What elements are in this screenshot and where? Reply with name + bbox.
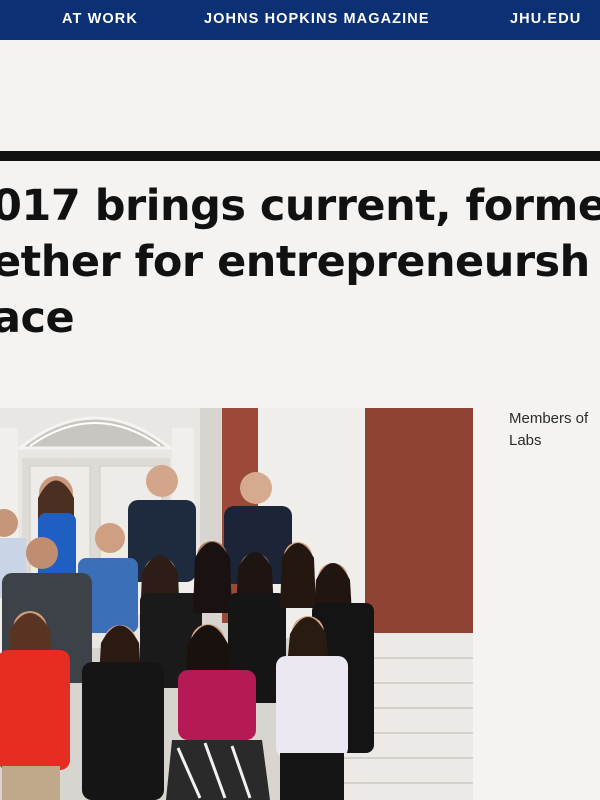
group-photo-illustration — [0, 408, 473, 800]
headline-line: ether for entrepreneursh — [0, 237, 590, 287]
caption-line: Labs — [509, 432, 542, 449]
article-headline: 017 brings current, forme ether for entr… — [0, 178, 600, 348]
section-divider — [0, 151, 600, 161]
nav-link-at-work[interactable]: AT WORK — [62, 11, 138, 27]
top-navigation-bar: AT WORK JOHNS HOPKINS MAGAZINE JHU.EDU — [0, 0, 600, 40]
nav-link-johns-hopkins-magazine[interactable]: JOHNS HOPKINS MAGAZINE — [204, 11, 430, 27]
caption-line: Members of — [509, 410, 589, 427]
headline-line: ace — [0, 293, 75, 343]
article-photo[interactable] — [0, 408, 473, 800]
headline-line: 017 brings current, forme — [0, 181, 600, 231]
nav-link-jhu-edu[interactable]: JHU.EDU — [510, 11, 581, 27]
photo-caption: Members of Labs — [509, 408, 600, 452]
